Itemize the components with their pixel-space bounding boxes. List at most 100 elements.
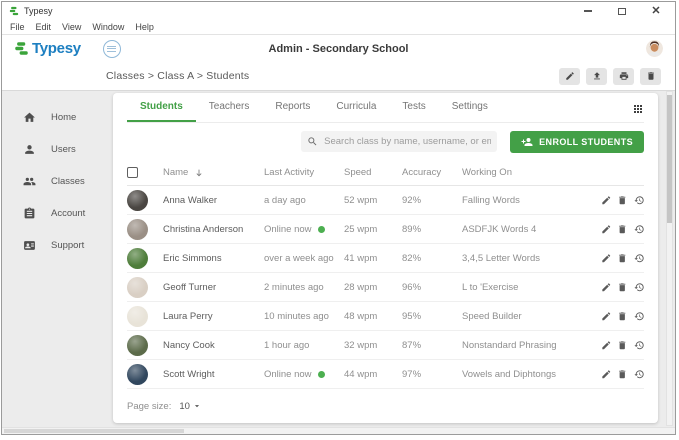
history-icon[interactable] — [634, 253, 645, 264]
edit-student-icon[interactable] — [601, 195, 612, 206]
menu-help[interactable]: Help — [135, 22, 154, 32]
table-footer: Page size: 10 — [127, 389, 644, 419]
grid-view-icon[interactable] — [632, 102, 644, 114]
sidebar-item-users[interactable]: Users — [2, 133, 109, 165]
column-header-name[interactable]: Name — [163, 167, 188, 178]
breadcrumb[interactable]: Classes > Class A > Students — [106, 70, 249, 82]
tab-curricula[interactable]: Curricula — [323, 93, 389, 122]
page-size-select[interactable]: 10 — [179, 401, 202, 412]
table-row[interactable]: Eric Simmons over a week ago 41 wpm 82% … — [127, 244, 644, 273]
last-activity: 2 minutes ago — [264, 282, 344, 293]
menu-edit[interactable]: Edit — [36, 22, 52, 32]
last-activity: over a week ago — [264, 253, 344, 264]
edit-student-icon[interactable] — [601, 311, 612, 322]
column-header-accuracy[interactable]: Accuracy — [402, 167, 462, 178]
tab-settings[interactable]: Settings — [439, 93, 501, 122]
student-name: Geoff Turner — [163, 282, 264, 293]
history-icon[interactable] — [634, 311, 645, 322]
last-activity-text: Online now — [264, 224, 312, 235]
student-table-body: Anna Walker a day ago 52 wpm 92% Falling… — [127, 186, 644, 389]
delete-student-icon[interactable] — [617, 195, 628, 206]
enroll-students-button[interactable]: ENROLL STUDENTS — [510, 131, 644, 153]
delete-student-icon[interactable] — [617, 282, 628, 293]
column-header-speed[interactable]: Speed — [344, 167, 402, 178]
history-icon[interactable] — [634, 195, 645, 206]
upload-button[interactable] — [586, 68, 607, 85]
speed-value: 44 wpm — [344, 369, 402, 380]
home-icon — [23, 111, 36, 124]
page-title: Admin - Secondary School — [2, 43, 675, 55]
last-activity-text: 2 minutes ago — [264, 282, 324, 293]
student-avatar — [127, 364, 148, 385]
accuracy-value: 97% — [402, 369, 462, 380]
history-icon[interactable] — [634, 224, 645, 235]
edit-student-icon[interactable] — [601, 253, 612, 264]
search-icon — [307, 136, 318, 147]
working-on-value: L to 'Exercise — [462, 282, 596, 293]
online-indicator — [318, 226, 325, 233]
maximize-icon[interactable] — [616, 5, 628, 17]
delete-student-icon[interactable] — [617, 369, 628, 380]
horizontal-scrollbar[interactable] — [2, 427, 675, 434]
menu-bar: File Edit View Window Help — [2, 20, 675, 35]
vertical-scrollbar-thumb[interactable] — [667, 95, 672, 223]
edit-student-icon[interactable] — [601, 282, 612, 293]
breadcrumb-bar: Classes > Class A > Students — [2, 62, 675, 91]
tab-teachers[interactable]: Teachers — [196, 93, 263, 122]
minimize-icon[interactable] — [582, 5, 594, 17]
working-on-value: Vowels and Diphtongs — [462, 369, 596, 380]
search-input[interactable] — [324, 136, 491, 147]
history-icon[interactable] — [634, 282, 645, 293]
menu-window[interactable]: Window — [92, 22, 124, 32]
sort-descending-icon[interactable] — [194, 168, 204, 178]
close-icon[interactable]: ✕ — [650, 5, 662, 17]
last-activity-text: 10 minutes ago — [264, 311, 329, 322]
history-icon[interactable] — [634, 340, 645, 351]
menu-file[interactable]: File — [10, 22, 25, 32]
table-row[interactable]: Scott Wright Online now 44 wpm 97% Vowel… — [127, 360, 644, 389]
student-name: Anna Walker — [163, 195, 264, 206]
edit-student-icon[interactable] — [601, 340, 612, 351]
last-activity-text: over a week ago — [264, 253, 334, 264]
delete-class-button[interactable] — [640, 68, 661, 85]
delete-student-icon[interactable] — [617, 224, 628, 235]
menu-view[interactable]: View — [62, 22, 81, 32]
horizontal-scrollbar-thumb[interactable] — [4, 429, 184, 433]
delete-student-icon[interactable] — [617, 340, 628, 351]
table-row[interactable]: Nancy Cook 1 hour ago 32 wpm 87% Nonstan… — [127, 331, 644, 360]
sidebar-item-home[interactable]: Home — [2, 101, 109, 133]
speed-value: 28 wpm — [344, 282, 402, 293]
edit-student-icon[interactable] — [601, 369, 612, 380]
last-activity: 1 hour ago — [264, 340, 344, 351]
tab-reports[interactable]: Reports — [262, 93, 323, 122]
select-all-checkbox[interactable] — [127, 167, 138, 178]
student-name: Eric Simmons — [163, 253, 264, 264]
vertical-scrollbar[interactable] — [666, 91, 673, 426]
table-row[interactable]: Anna Walker a day ago 52 wpm 92% Falling… — [127, 186, 644, 215]
sidebar-item-label: Users — [51, 144, 76, 155]
sidebar-item-label: Account — [51, 208, 85, 219]
sidebar-item-classes[interactable]: Classes — [2, 165, 109, 197]
student-name: Laura Perry — [163, 311, 264, 322]
tab-tests[interactable]: Tests — [389, 93, 438, 122]
search-box[interactable] — [301, 131, 497, 152]
tab-students[interactable]: Students — [127, 93, 196, 122]
delete-student-icon[interactable] — [617, 253, 628, 264]
edit-student-icon[interactable] — [601, 224, 612, 235]
table-row[interactable]: Geoff Turner 2 minutes ago 28 wpm 96% L … — [127, 273, 644, 302]
window-titlebar[interactable]: Typesy ✕ — [2, 2, 675, 20]
history-icon[interactable] — [634, 369, 645, 380]
edit-class-button[interactable] — [559, 68, 580, 85]
column-header-working-on[interactable]: Working On — [462, 167, 596, 178]
sidebar-item-account[interactable]: Account — [2, 197, 109, 229]
online-indicator — [318, 371, 325, 378]
table-header: Name Last Activity Speed Accuracy Workin… — [127, 160, 644, 186]
delete-student-icon[interactable] — [617, 311, 628, 322]
column-header-last-activity[interactable]: Last Activity — [264, 167, 344, 178]
print-button[interactable] — [613, 68, 634, 85]
app-icon — [9, 6, 19, 16]
table-row[interactable]: Laura Perry 10 minutes ago 48 wpm 95% Sp… — [127, 302, 644, 331]
user-avatar[interactable] — [646, 40, 663, 57]
table-row[interactable]: Christina Anderson Online now 25 wpm 89%… — [127, 215, 644, 244]
sidebar-item-support[interactable]: Support — [2, 229, 109, 261]
